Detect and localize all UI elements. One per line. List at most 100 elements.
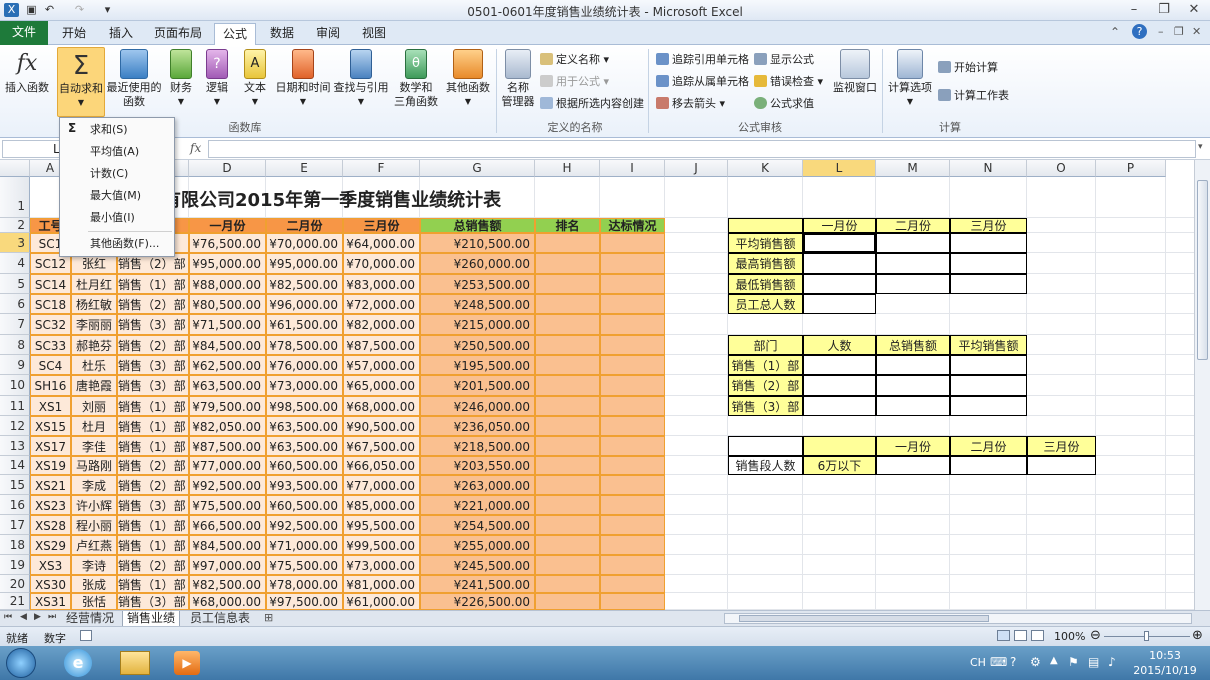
stats-value[interactable] (950, 233, 1027, 253)
zoom-thumb[interactable] (1144, 631, 1149, 641)
table-cell[interactable]: ¥95,500.00 (343, 515, 420, 535)
row-header-11[interactable]: 11 (0, 396, 30, 416)
tab-data[interactable]: 数据 (262, 23, 302, 45)
column-header-F[interactable]: F (343, 160, 420, 177)
media-player-icon[interactable]: ▶ (174, 651, 200, 675)
zoom-out-icon[interactable]: ⊖ (1090, 628, 1101, 643)
column-header-H[interactable]: H (535, 160, 600, 177)
rank-cell[interactable] (535, 436, 600, 456)
trace-precedents-button[interactable]: 追踪引用单元格 (656, 51, 749, 69)
minimize-icon[interactable]: – (1120, 0, 1148, 20)
table-cell[interactable]: 销售（2）部 (117, 294, 189, 314)
stats-value[interactable] (876, 233, 950, 253)
row-header-3[interactable]: 3 (0, 233, 30, 253)
table-cell[interactable]: ¥92,500.00 (266, 515, 343, 535)
table-cell[interactable]: XS28 (30, 515, 71, 535)
table-cell[interactable]: SC14 (30, 274, 71, 294)
status-cell[interactable] (600, 436, 665, 456)
column-header-M[interactable]: M (876, 160, 950, 177)
dept-value[interactable] (950, 396, 1027, 416)
ribbon-minimize-icon[interactable]: ⌃ (1110, 25, 1120, 39)
table-cell[interactable]: ¥83,000.00 (343, 274, 420, 294)
table-cell[interactable]: 销售（3）部 (117, 355, 189, 375)
status-cell[interactable] (600, 456, 665, 475)
table-cell[interactable]: XS30 (30, 575, 71, 593)
table-cell[interactable]: ¥97,500.00 (266, 593, 343, 610)
table-cell[interactable]: ¥96,000.00 (266, 294, 343, 314)
sheet-tab-business[interactable]: 经营情况 (62, 611, 118, 626)
close-icon[interactable]: ✕ (1180, 0, 1208, 20)
column-header-G[interactable]: G (420, 160, 535, 177)
table-cell[interactable]: ¥82,500.00 (189, 575, 266, 593)
row-header-8[interactable]: 8 (0, 335, 30, 355)
rank-cell[interactable] (535, 475, 600, 495)
table-cell[interactable]: 李丽丽 (71, 314, 117, 335)
table-cell[interactable]: XS21 (30, 475, 71, 495)
row-header-18[interactable]: 18 (0, 535, 30, 555)
datetime-button[interactable]: 日期和时间 ▼ (274, 49, 332, 109)
table-cell[interactable]: 杜月 (71, 416, 117, 436)
stats-value[interactable] (950, 253, 1027, 274)
rank-cell[interactable] (535, 396, 600, 416)
stats-month-header[interactable]: 三月份 (950, 218, 1027, 233)
page-break-view-icon[interactable] (1031, 630, 1044, 641)
table-cell[interactable]: XS17 (30, 436, 71, 456)
stats-corner[interactable] (728, 218, 803, 233)
dept-value[interactable] (803, 375, 876, 396)
table-cell[interactable]: ¥81,000.00 (343, 575, 420, 593)
table-cell[interactable]: 杜乐 (71, 355, 117, 375)
table-cell[interactable]: ¥88,000.00 (189, 274, 266, 294)
status-cell[interactable] (600, 314, 665, 335)
stats-value[interactable] (876, 253, 950, 274)
header-feb[interactable]: 二月份 (266, 218, 343, 233)
table-cell[interactable]: ¥90,500.00 (343, 416, 420, 436)
dept-value[interactable] (876, 375, 950, 396)
rank-cell[interactable] (535, 335, 600, 355)
keyboard-icon[interactable]: ⌨ (990, 655, 1007, 669)
table-cell[interactable]: ¥60,500.00 (266, 456, 343, 475)
total-staff-value[interactable] (803, 294, 876, 314)
rank-cell[interactable] (535, 515, 600, 535)
table-cell[interactable]: ¥260,000.00 (420, 253, 535, 274)
table-cell[interactable]: XS23 (30, 495, 71, 515)
header-status[interactable]: 达标情况 (600, 218, 665, 233)
table-cell[interactable]: 许小辉 (71, 495, 117, 515)
band-corner[interactable] (728, 436, 803, 456)
table-cell[interactable]: ¥195,500.00 (420, 355, 535, 375)
table-cell[interactable]: 销售（2）部 (117, 475, 189, 495)
status-cell[interactable] (600, 515, 665, 535)
column-header-I[interactable]: I (600, 160, 665, 177)
table-cell[interactable]: 杨红敏 (71, 294, 117, 314)
status-cell[interactable] (600, 535, 665, 555)
dept-value[interactable] (950, 375, 1027, 396)
name-manager-button[interactable]: 名称 管理器 (498, 49, 538, 109)
table-cell[interactable]: SH16 (30, 375, 71, 396)
row-header-20[interactable]: 20 (0, 575, 30, 593)
worksheet-grid[interactable]: ABCDEFGHIJKLMNOP 12345678910111213141516… (0, 160, 1194, 610)
insert-function-icon[interactable]: fx (190, 141, 201, 155)
table-cell[interactable]: ¥72,000.00 (343, 294, 420, 314)
prev-sheet-icon[interactable]: ◀ (20, 612, 27, 622)
table-cell[interactable]: ¥87,500.00 (189, 436, 266, 456)
table-cell[interactable]: ¥63,500.00 (266, 436, 343, 456)
clock-time[interactable]: 10:53 (1140, 649, 1190, 662)
column-header-K[interactable]: K (728, 160, 803, 177)
table-cell[interactable]: ¥70,000.00 (266, 233, 343, 253)
table-cell[interactable]: 销售（3）部 (117, 314, 189, 335)
lookup-button[interactable]: 查找与引用 ▼ (332, 49, 390, 109)
table-cell[interactable]: ¥75,500.00 (266, 555, 343, 575)
status-cell[interactable] (600, 233, 665, 253)
table-cell[interactable]: ¥68,000.00 (189, 593, 266, 610)
row-header-9[interactable]: 9 (0, 355, 30, 375)
band-range[interactable]: 6万以下 (803, 456, 876, 475)
table-cell[interactable]: 销售（1）部 (117, 575, 189, 593)
band-value[interactable] (950, 456, 1027, 475)
use-in-formula-button[interactable]: 用于公式 ▾ (540, 73, 609, 91)
tray-expand-icon[interactable]: ▲ (1050, 655, 1058, 666)
status-cell[interactable] (600, 274, 665, 294)
header-total[interactable]: 总销售额 (420, 218, 535, 233)
dept-value[interactable] (950, 355, 1027, 375)
dept-value[interactable] (876, 396, 950, 416)
recent-functions-button[interactable]: 最近使用的 函数 (106, 49, 162, 109)
status-cell[interactable] (600, 375, 665, 396)
